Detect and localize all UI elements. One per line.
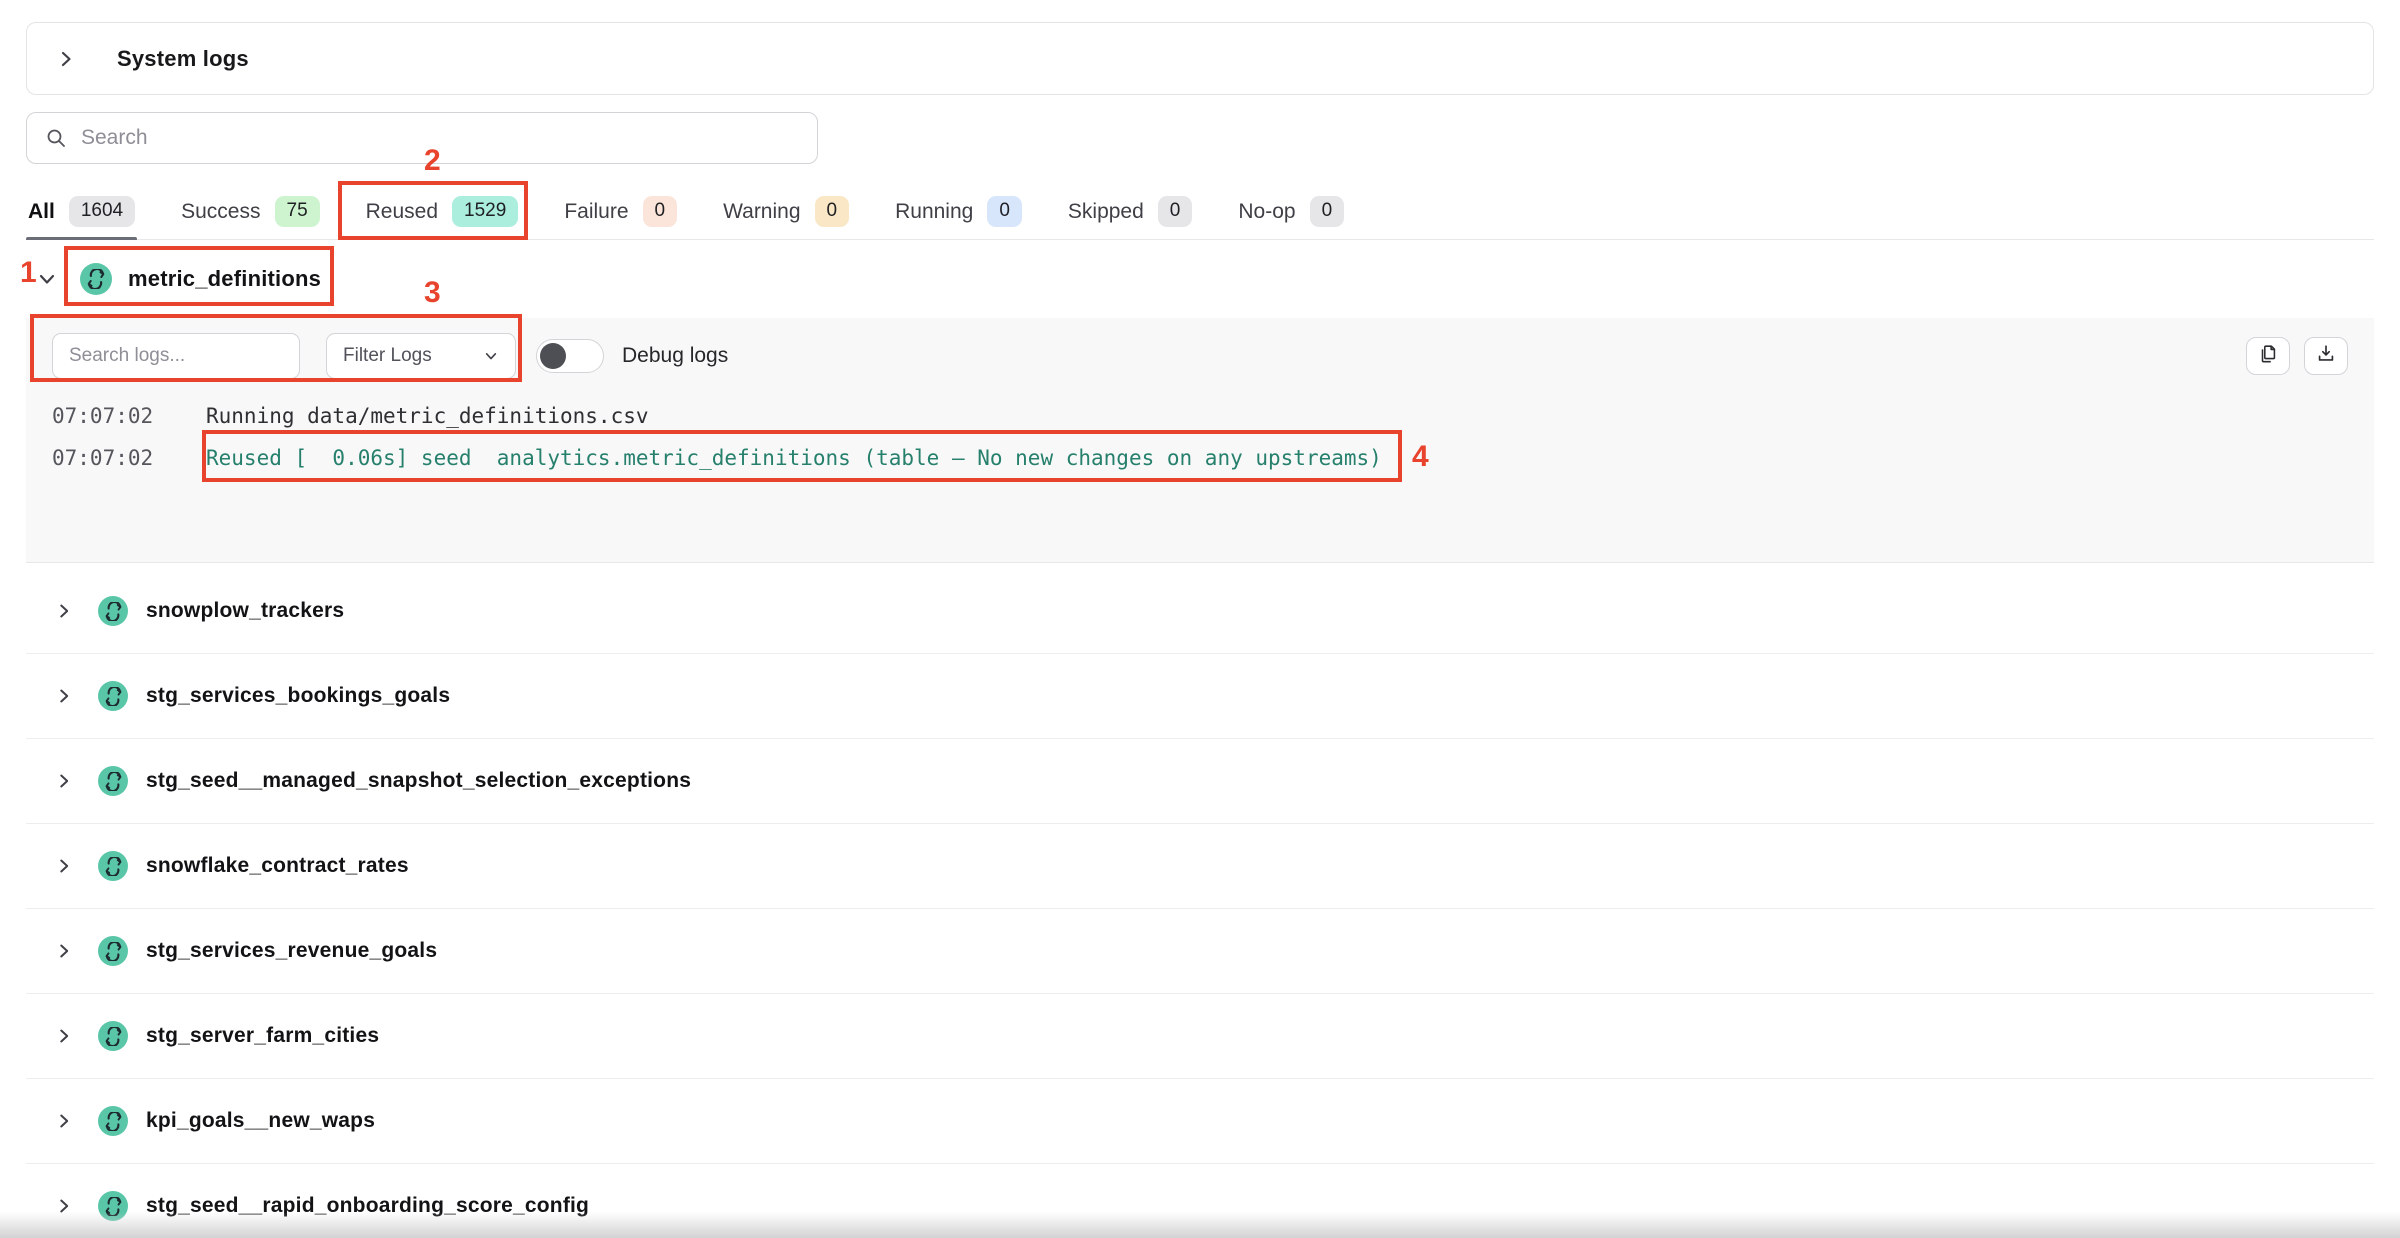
reused-refresh-icon bbox=[98, 596, 128, 626]
model-label: stg_seed__rapid_onboarding_score_config bbox=[146, 1194, 589, 1218]
model-row-stg_services_revenue_goals[interactable]: stg_services_revenue_goals bbox=[26, 909, 2374, 994]
status-tab-failure[interactable]: Failure 0 bbox=[562, 184, 679, 239]
log-output: 07:07:02 Running data/metric_definitions… bbox=[52, 401, 2348, 473]
chevron-right-icon[interactable] bbox=[54, 1026, 74, 1046]
tab-count-badge: 75 bbox=[275, 196, 320, 227]
debug-logs-label: Debug logs bbox=[622, 344, 728, 368]
tab-label: Failure bbox=[564, 200, 628, 224]
log-timestamp: 07:07:02 bbox=[52, 443, 206, 473]
chevron-down-icon bbox=[483, 348, 499, 364]
tab-count-badge: 1529 bbox=[452, 196, 518, 227]
tab-count-badge: 0 bbox=[643, 196, 678, 227]
chevron-right-icon[interactable] bbox=[54, 941, 74, 961]
system-logs-title: System logs bbox=[117, 46, 249, 72]
model-row-kpi_goals__new_waps[interactable]: kpi_goals__new_waps bbox=[26, 1079, 2374, 1164]
search-icon bbox=[45, 127, 67, 149]
reused-refresh-icon bbox=[98, 1021, 128, 1051]
reused-refresh-icon bbox=[98, 1106, 128, 1136]
log-line: 07:07:02 Running data/metric_definitions… bbox=[52, 401, 2348, 431]
chevron-right-icon[interactable] bbox=[54, 1111, 74, 1131]
model-label: stg_services_bookings_goals bbox=[146, 684, 450, 708]
download-icon bbox=[2315, 343, 2337, 370]
filter-logs-dropdown[interactable]: Filter Logs bbox=[326, 333, 516, 379]
status-tab-reused[interactable]: Reused 1529 bbox=[364, 184, 521, 239]
search-logs-input[interactable] bbox=[52, 333, 300, 379]
tab-count-badge: 1604 bbox=[69, 196, 135, 227]
status-tab-skipped[interactable]: Skipped 0 bbox=[1066, 184, 1194, 239]
model-rows-list: snowplow_trackers stg_services_bookings_… bbox=[26, 563, 2374, 1238]
debug-logs-toggle[interactable] bbox=[536, 339, 604, 373]
copy-logs-button[interactable] bbox=[2246, 337, 2290, 375]
status-tab-all[interactable]: All 1604 bbox=[26, 184, 137, 239]
tab-count-badge: 0 bbox=[987, 196, 1022, 227]
download-logs-button[interactable] bbox=[2304, 337, 2348, 375]
log-line-reused: 07:07:02 Reused [ 0.06s] seed analytics.… bbox=[52, 443, 2348, 473]
reused-refresh-icon bbox=[98, 766, 128, 796]
system-logs-row[interactable]: System logs bbox=[26, 22, 2374, 95]
reused-refresh-icon bbox=[80, 263, 112, 295]
status-tabs: All 1604 Success 75 Reused 1529 Failure … bbox=[26, 184, 2374, 240]
chevron-right-icon[interactable] bbox=[54, 856, 74, 876]
tab-label: Success bbox=[181, 200, 260, 224]
log-message: Reused [ 0.06s] seed analytics.metric_de… bbox=[206, 443, 1382, 473]
chevron-right-icon[interactable] bbox=[54, 601, 74, 621]
chevron-down-icon[interactable] bbox=[36, 268, 58, 290]
model-label: snowflake_contract_rates bbox=[146, 854, 409, 878]
model-row-stg_services_bookings_goals[interactable]: stg_services_bookings_goals bbox=[26, 654, 2374, 739]
status-tab-warning[interactable]: Warning 0 bbox=[721, 184, 851, 239]
tab-count-badge: 0 bbox=[1310, 196, 1345, 227]
tab-label: Reused bbox=[366, 200, 438, 224]
tab-label: All bbox=[28, 200, 55, 224]
chevron-right-icon[interactable] bbox=[54, 771, 74, 791]
chevron-right-icon[interactable] bbox=[54, 1196, 74, 1216]
model-row-stg_server_farm_cities[interactable]: stg_server_farm_cities bbox=[26, 994, 2374, 1079]
reused-refresh-icon bbox=[98, 1191, 128, 1221]
tab-label: No-op bbox=[1238, 200, 1295, 224]
tab-label: Running bbox=[895, 200, 973, 224]
tab-count-badge: 0 bbox=[815, 196, 850, 227]
filter-logs-label: Filter Logs bbox=[343, 345, 432, 367]
status-tab-no-op[interactable]: No-op 0 bbox=[1236, 184, 1346, 239]
log-panel: Filter Logs Debug logs bbox=[26, 318, 2374, 563]
model-row-snowflake_contract_rates[interactable]: snowflake_contract_rates bbox=[26, 824, 2374, 909]
copy-icon bbox=[2257, 343, 2279, 370]
model-row-metric-definitions[interactable]: metric_definitions bbox=[26, 240, 2374, 318]
model-label: kpi_goals__new_waps bbox=[146, 1109, 375, 1133]
model-row-stg_seed__managed_snapshot_selection_exceptions[interactable]: stg_seed__managed_snapshot_selection_exc… bbox=[26, 739, 2374, 824]
log-message: Running data/metric_definitions.csv bbox=[206, 401, 649, 431]
model-label: stg_server_farm_cities bbox=[146, 1024, 379, 1048]
model-label: metric_definitions bbox=[128, 266, 321, 292]
reused-refresh-icon bbox=[98, 681, 128, 711]
model-row-snowplow_trackers[interactable]: snowplow_trackers bbox=[26, 569, 2374, 654]
tab-label: Skipped bbox=[1068, 200, 1144, 224]
model-label: snowplow_trackers bbox=[146, 599, 344, 623]
model-label: stg_services_revenue_goals bbox=[146, 939, 437, 963]
reused-refresh-icon bbox=[98, 936, 128, 966]
status-tab-success[interactable]: Success 75 bbox=[179, 184, 322, 239]
chevron-right-icon[interactable] bbox=[55, 48, 77, 70]
model-row-stg_seed__rapid_onboarding_score_config[interactable]: stg_seed__rapid_onboarding_score_config bbox=[26, 1164, 2374, 1238]
tab-count-badge: 0 bbox=[1158, 196, 1193, 227]
toggle-knob bbox=[540, 343, 566, 369]
status-tab-running[interactable]: Running 0 bbox=[893, 184, 1024, 239]
log-timestamp: 07:07:02 bbox=[52, 401, 206, 431]
search-input[interactable] bbox=[81, 126, 799, 150]
log-toolbar: Filter Logs Debug logs bbox=[52, 333, 2348, 379]
run-results-page: System logs All 1604 Success 75 Reused 1… bbox=[0, 0, 2400, 1238]
model-label: stg_seed__managed_snapshot_selection_exc… bbox=[146, 769, 691, 793]
search-box[interactable] bbox=[26, 112, 818, 164]
chevron-right-icon[interactable] bbox=[54, 686, 74, 706]
tab-label: Warning bbox=[723, 200, 800, 224]
reused-refresh-icon bbox=[98, 851, 128, 881]
